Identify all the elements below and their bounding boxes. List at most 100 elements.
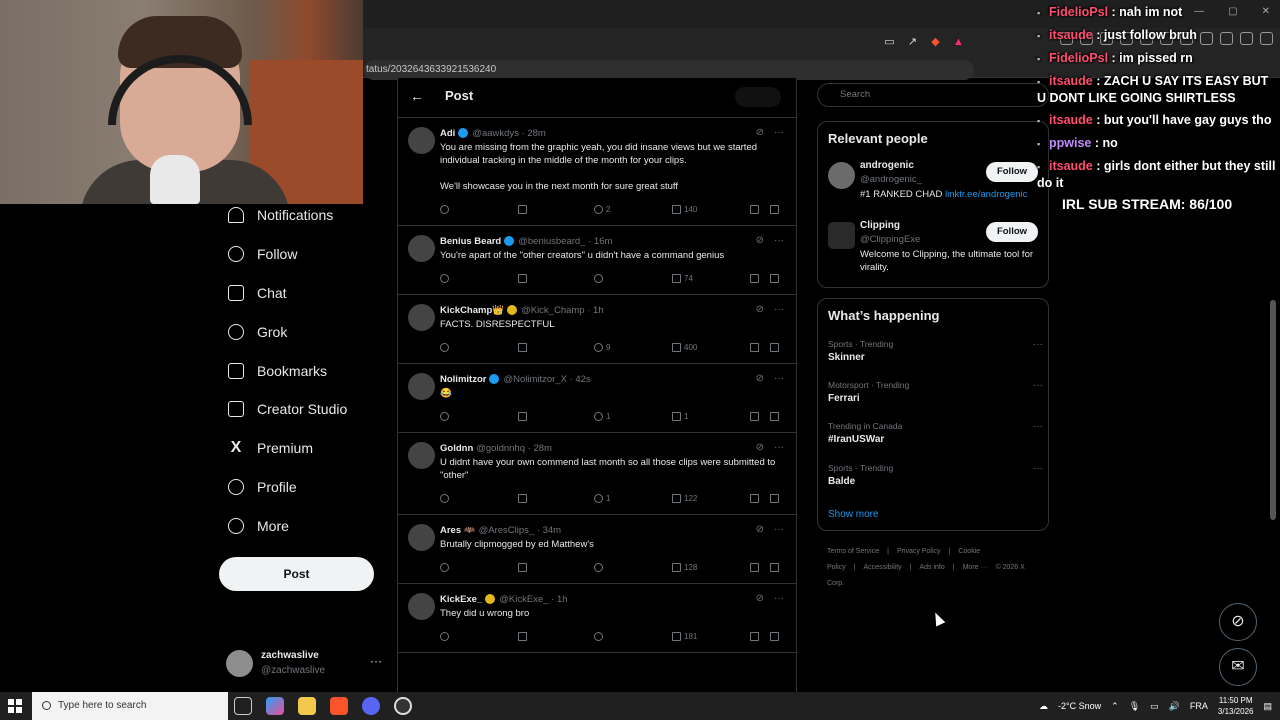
bookmark-button[interactable]	[750, 562, 759, 572]
sidebar-item-premium[interactable]: X Premium	[220, 429, 380, 468]
share-button[interactable]	[770, 631, 779, 641]
footer-link[interactable]: Terms of Service	[827, 548, 879, 555]
reply-button[interactable]	[440, 204, 449, 214]
reply-post[interactable]: ⊘ ··· Adi @aawkdys · 28m You are missing fro…	[398, 118, 796, 226]
author-name[interactable]: KickChamp👑	[440, 305, 504, 316]
file-explorer-icon[interactable]	[298, 697, 316, 715]
author-name[interactable]: Benius Beard	[440, 236, 501, 247]
views-button[interactable]: 400	[672, 342, 697, 352]
sidebar-item-more[interactable]: More	[220, 506, 380, 545]
bookmark-button[interactable]	[750, 204, 759, 214]
more-icon[interactable]: ···	[774, 593, 784, 604]
microphone-icon[interactable]: 🎙	[1129, 701, 1140, 712]
author-name[interactable]: Adi	[440, 128, 455, 139]
share-button[interactable]	[770, 562, 779, 572]
sidebar-item-creator-studio[interactable]: Creator Studio	[220, 390, 380, 429]
grok-icon[interactable]: ⊘	[756, 127, 764, 138]
repost-button[interactable]	[518, 562, 527, 572]
reply-button[interactable]	[440, 493, 449, 503]
follow-button[interactable]: Follow	[986, 162, 1038, 182]
bookmark-button[interactable]	[750, 411, 759, 421]
post-time[interactable]: · 1h	[551, 594, 567, 605]
views-button[interactable]: 74	[672, 273, 693, 283]
reply-button[interactable]	[735, 87, 781, 107]
weather-text[interactable]: -2°C Snow	[1058, 701, 1101, 711]
brave-icon[interactable]	[330, 697, 348, 715]
follow-button[interactable]: Follow	[986, 222, 1038, 242]
more-icon[interactable]: ···	[1033, 380, 1043, 391]
more-icon[interactable]: ···	[774, 524, 784, 535]
more-icon[interactable]: ···	[774, 304, 784, 315]
reply-button[interactable]	[440, 342, 449, 352]
author-handle[interactable]: @AresClips_	[479, 525, 535, 536]
address-bar[interactable]: tatus/2032643633921536240	[364, 60, 974, 80]
sidebar-item-follow[interactable]: Follow	[220, 235, 380, 274]
grok-icon[interactable]: ⊘	[756, 524, 764, 535]
messages-button[interactable]: ✉	[1219, 648, 1257, 686]
footer-link[interactable]: Privacy Policy	[897, 548, 941, 555]
trend-item[interactable]: Trending in Canada #IranUSWar ···	[828, 421, 1043, 451]
author-handle[interactable]: @Kick_Champ	[521, 305, 585, 316]
repost-button[interactable]	[518, 411, 527, 421]
back-arrow-icon[interactable]: ←	[410, 88, 424, 104]
reply-button[interactable]	[440, 411, 449, 421]
bookmark-button[interactable]	[750, 273, 759, 283]
share-button[interactable]	[770, 342, 779, 352]
sidebar-item-bookmarks[interactable]: Bookmarks	[220, 351, 380, 390]
trend-item[interactable]: Sports · Trending Skinner ···	[828, 339, 1043, 369]
reply-post[interactable]: ⊘ ··· Nolimitzor @Nolimitzor_X · 42s 😂 1 1	[398, 364, 796, 433]
taskbar-search-input[interactable]: Type here to search	[32, 692, 228, 720]
show-more-link[interactable]: Show more	[828, 509, 879, 520]
repost-button[interactable]	[518, 631, 527, 641]
notifications-icon[interactable]: ▤	[1263, 701, 1272, 712]
brave-rewards-icon[interactable]: ▲	[951, 35, 966, 50]
task-view-icon[interactable]	[234, 697, 252, 715]
repost-button[interactable]	[518, 493, 527, 503]
post-time[interactable]: · 1h	[587, 305, 603, 316]
avatar[interactable]	[408, 373, 435, 400]
share-icon[interactable]: ↗	[905, 35, 920, 50]
more-icon[interactable]: ···	[774, 235, 784, 246]
author-name[interactable]: Nolimitzor	[440, 374, 486, 385]
avatar[interactable]	[408, 127, 435, 154]
grok-icon[interactable]: ⊘	[756, 442, 764, 453]
reply-post[interactable]: ⊘ ··· Ares 🦇 @AresClips_ · 34m Brutally clip…	[398, 515, 796, 584]
post-time[interactable]: · 42s	[570, 374, 591, 385]
share-button[interactable]	[770, 204, 779, 214]
repost-button[interactable]	[518, 273, 527, 283]
repost-button[interactable]	[518, 204, 527, 214]
views-button[interactable]: 122	[672, 493, 697, 503]
sidebar-item-chat[interactable]: Chat	[220, 274, 380, 313]
reply-button[interactable]	[440, 631, 449, 641]
person-card[interactable]: Clipping @ClippingExe Welcome to Clippin…	[828, 220, 1043, 280]
avatar[interactable]	[408, 593, 435, 620]
trend-item[interactable]: Sports · Trending Balde ···	[828, 463, 1043, 493]
more-icon[interactable]: ···	[1033, 463, 1043, 474]
sidebar-item-notifications[interactable]: Notifications	[220, 196, 380, 235]
discord-icon[interactable]	[362, 697, 380, 715]
post-time[interactable]: · 34m	[537, 525, 561, 536]
bookmark-button[interactable]	[750, 631, 759, 641]
clock[interactable]: 11:50 PM 3/13/2026	[1218, 695, 1254, 717]
footer-link[interactable]: Accessibility	[864, 564, 902, 571]
views-button[interactable]: 140	[672, 204, 697, 214]
chevron-up-icon[interactable]: ⌃	[1111, 701, 1119, 712]
share-button[interactable]	[770, 411, 779, 421]
like-button[interactable]: 1	[594, 493, 610, 503]
author-name[interactable]: Goldnn	[440, 443, 473, 454]
reply-post[interactable]: ⊘ ··· KickChamp👑 @Kick_Champ · 1h FACTS. DIS…	[398, 295, 796, 364]
reply-button[interactable]	[440, 273, 449, 283]
more-icon[interactable]: ···	[774, 442, 784, 453]
weather-icon[interactable]: ☁	[1039, 701, 1048, 712]
footer-link[interactable]: Ads info	[919, 564, 944, 571]
author-handle[interactable]: @goldnnhq	[476, 443, 525, 454]
bio-link[interactable]: linktr.ee/androgenic	[945, 189, 1027, 200]
avatar[interactable]	[408, 442, 435, 469]
reply-post[interactable]: ⊘ ··· Goldnn @goldnnhq · 28m U didnt have yo…	[398, 433, 796, 515]
volume-icon[interactable]: 🔊	[1169, 701, 1180, 712]
author-name[interactable]: Ares 🦇	[440, 525, 476, 536]
search-input[interactable]: Search	[817, 83, 1049, 107]
grok-icon[interactable]: ⊘	[756, 593, 764, 604]
like-button[interactable]	[594, 273, 606, 283]
share-button[interactable]	[770, 493, 779, 503]
